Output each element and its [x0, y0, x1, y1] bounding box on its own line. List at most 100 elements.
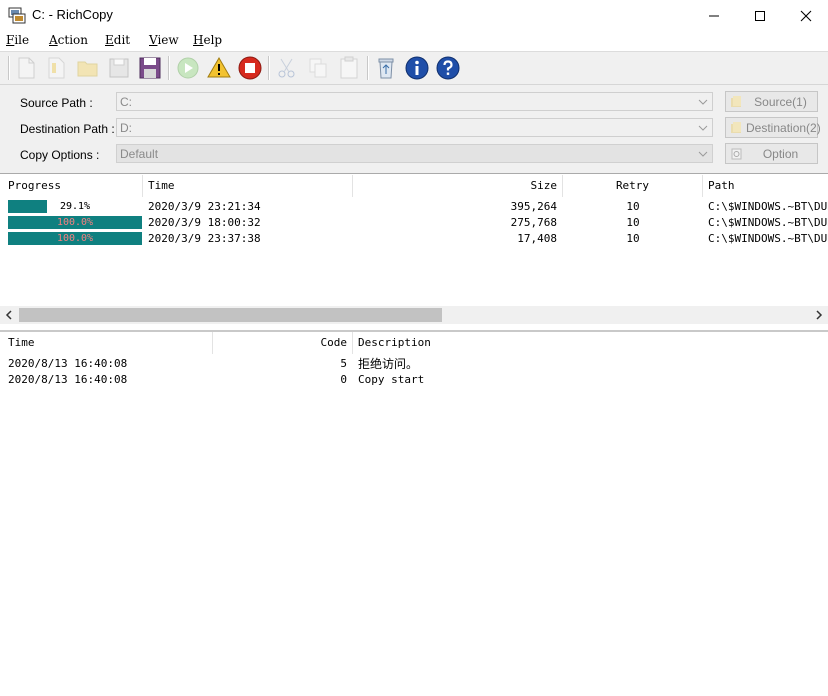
progress-bar: 100.0% [8, 232, 142, 245]
copy-icon[interactable] [305, 55, 331, 81]
copy-options-value: Default [120, 147, 159, 161]
menu-file[interactable]: File [6, 33, 29, 47]
menu-view[interactable]: View [149, 33, 179, 47]
scroll-right-icon[interactable] [814, 310, 824, 320]
menu-edit[interactable]: Edit [105, 33, 130, 47]
toolbar-grip [8, 56, 10, 80]
folder-icon [731, 122, 741, 133]
log-row[interactable]: 2020/8/13 16:40:08 5 拒绝访问。 [0, 356, 828, 372]
start-icon[interactable] [175, 55, 201, 81]
toolbar-separator [367, 56, 369, 80]
column-header-path[interactable]: Path [703, 175, 828, 197]
cut-icon[interactable] [274, 55, 300, 81]
log-code: 5 [340, 357, 347, 370]
maximize-button[interactable] [737, 0, 783, 31]
menu-action[interactable]: Action [49, 33, 88, 47]
options-icon [731, 148, 742, 160]
option-button[interactable]: Option [725, 143, 818, 164]
file-list: Progress Time Size Retry Path 29.1% 2020… [0, 175, 828, 330]
log-row[interactable]: 2020/8/13 16:40:08 0 Copy start [0, 372, 828, 388]
log-list: Time Code Description 2020/8/13 16:40:08… [0, 332, 828, 696]
log-list-header: Time Code Description [0, 332, 828, 354]
menu-bar: File Action Edit View Help [0, 31, 828, 52]
log-code: 0 [340, 373, 347, 386]
folder-icon[interactable] [75, 55, 101, 81]
destination-button[interactable]: Destination(2) [725, 117, 821, 138]
column-header-code[interactable]: Code [213, 332, 353, 354]
toolbar [0, 52, 828, 85]
horizontal-scrollbar[interactable] [0, 306, 828, 324]
row-path: C:\$WINDOWS.~BT\DUDown [708, 232, 828, 245]
chevron-down-icon [698, 99, 708, 105]
close-button[interactable] [783, 0, 828, 31]
source-button-label: Source(1) [754, 95, 807, 109]
toolbar-separator [168, 56, 170, 80]
destination-button-label: Destination(2) [746, 121, 821, 135]
progress-label: 100.0% [56, 233, 94, 244]
open-icon[interactable] [44, 55, 70, 81]
column-header-size[interactable]: Size [353, 175, 563, 197]
copy-options-label: Copy Options : [20, 148, 100, 162]
table-row[interactable]: 100.0% 2020/3/9 18:00:32 275,768 10 C:\$… [0, 215, 828, 231]
log-time: 2020/8/13 16:40:08 [8, 357, 128, 370]
row-path: C:\$WINDOWS.~BT\DUDown [708, 216, 828, 229]
folder-icon [731, 96, 741, 107]
source-path-value: C: [120, 95, 132, 109]
row-retry: 10 [626, 200, 640, 213]
toolbar-separator [268, 56, 270, 80]
column-header-log-time[interactable]: Time [3, 332, 213, 354]
log-time: 2020/8/13 16:40:08 [8, 373, 128, 386]
log-description: Copy start [358, 373, 425, 386]
column-header-progress[interactable]: Progress [3, 175, 143, 197]
progress-label: 100.0% [56, 217, 94, 228]
row-time: 2020/3/9 18:00:32 [148, 216, 261, 229]
paste-icon[interactable] [336, 55, 362, 81]
menu-help[interactable]: Help [193, 33, 222, 47]
path-settings-panel: Source Path : C: Source(1) Destination P… [0, 85, 828, 174]
column-header-time[interactable]: Time [143, 175, 353, 197]
table-row[interactable]: 100.0% 2020/3/9 23:37:38 17,408 10 C:\$W… [0, 231, 828, 247]
row-size: 275,768 [510, 216, 557, 229]
row-size: 17,408 [517, 232, 557, 245]
close-icon [800, 10, 812, 21]
row-retry: 10 [626, 232, 640, 245]
maximize-icon [755, 10, 765, 21]
warning-icon[interactable] [206, 55, 232, 81]
scrollbar-thumb[interactable] [19, 308, 442, 322]
row-size: 395,264 [510, 200, 557, 213]
save-icon[interactable] [106, 55, 132, 81]
recycle-icon[interactable] [373, 55, 399, 81]
app-icon [8, 7, 26, 24]
minimize-icon [709, 15, 719, 16]
window-title: C: - RichCopy [32, 7, 113, 22]
title-bar: C: - RichCopy [0, 0, 828, 31]
new-icon[interactable] [13, 55, 39, 81]
destination-path-combo[interactable]: D: [116, 118, 713, 137]
chevron-down-icon [698, 125, 708, 131]
row-path: C:\$WINDOWS.~BT\DUDown [708, 200, 828, 213]
minimize-button[interactable] [691, 0, 737, 31]
source-path-combo[interactable]: C: [116, 92, 713, 111]
copy-options-combo[interactable]: Default [116, 144, 713, 163]
table-row[interactable]: 29.1% 2020/3/9 23:21:34 395,264 10 C:\$W… [0, 199, 828, 215]
source-button[interactable]: Source(1) [725, 91, 818, 112]
column-header-retry[interactable]: Retry [563, 175, 703, 197]
info-icon[interactable] [404, 55, 430, 81]
row-time: 2020/3/9 23:37:38 [148, 232, 261, 245]
destination-path-label: Destination Path : [20, 122, 115, 136]
scroll-left-icon[interactable] [4, 310, 14, 320]
progress-bar: 29.1% [8, 200, 142, 213]
row-time: 2020/3/9 23:21:34 [148, 200, 261, 213]
chevron-down-icon [698, 151, 708, 157]
progress-label: 29.1% [59, 201, 91, 212]
source-path-label: Source Path : [20, 96, 93, 110]
row-retry: 10 [626, 216, 640, 229]
log-description: 拒绝访问。 [358, 357, 419, 371]
progress-bar: 100.0% [8, 216, 142, 229]
column-header-description[interactable]: Description [353, 332, 828, 354]
save-as-icon[interactable] [137, 55, 163, 81]
help-icon[interactable] [435, 55, 461, 81]
stop-icon[interactable] [237, 55, 263, 81]
destination-path-value: D: [120, 121, 132, 135]
file-list-header: Progress Time Size Retry Path [0, 175, 828, 197]
